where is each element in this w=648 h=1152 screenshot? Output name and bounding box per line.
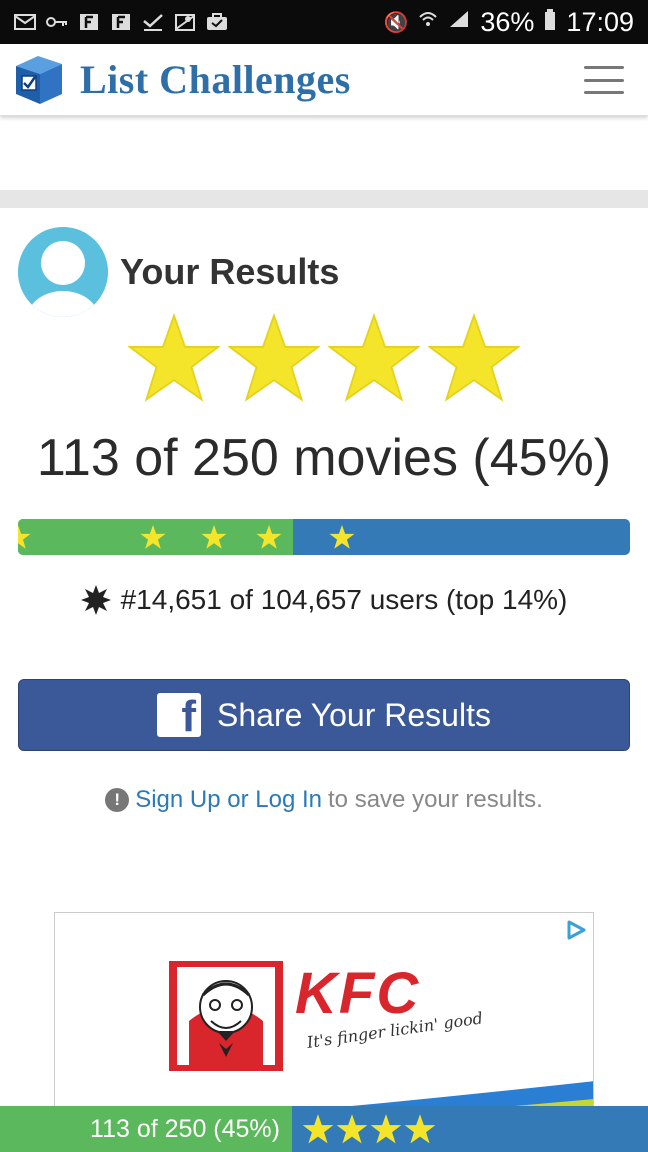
battery-icon <box>544 7 556 38</box>
share-button-label: Share Your Results <box>217 696 491 733</box>
star-icon <box>302 1114 334 1144</box>
star-icon <box>336 1114 368 1144</box>
wifi-icon <box>418 9 438 35</box>
bottom-score-text: 113 of 250 (45%) <box>0 1106 292 1152</box>
battery-text: 36% <box>480 6 535 37</box>
adchoices-icon[interactable] <box>565 919 587 941</box>
page-title: Your Results <box>120 251 340 292</box>
rating-stars <box>0 312 648 404</box>
hamburger-icon[interactable] <box>584 66 624 94</box>
star-icon <box>228 312 320 402</box>
bottom-stars <box>292 1106 648 1152</box>
avatar <box>18 227 108 317</box>
info-exclamation-icon: ! <box>105 788 130 812</box>
brand-name[interactable]: List Challenges <box>80 56 351 103</box>
rank-text: #14,651 of 104,657 users (top 14%) <box>120 584 568 615</box>
system-status: 🔇 36% 17:09 <box>383 7 634 38</box>
list-challenges-logo-icon[interactable] <box>8 52 68 108</box>
f-icon <box>110 13 132 31</box>
f-icon <box>78 13 100 31</box>
key-icon <box>46 13 68 31</box>
facebook-icon: f <box>157 693 202 739</box>
star-icon <box>370 1114 402 1144</box>
map-icon <box>174 13 196 31</box>
star-icon <box>140 525 166 549</box>
check-icon <box>142 13 164 31</box>
kfc-ad-content: KFC It's finger lickin' good <box>169 961 484 1071</box>
results-header: Your Results <box>18 227 339 317</box>
signup-login-link[interactable]: Sign Up or Log In <box>135 786 322 814</box>
share-results-button[interactable]: f Share Your Results <box>18 679 630 751</box>
star-icon <box>428 312 520 402</box>
app-header: List Challenges <box>0 44 648 116</box>
mute-icon: 🔇 <box>383 11 409 34</box>
briefcase-icon <box>206 13 228 31</box>
colonel-logo-icon <box>169 961 283 1071</box>
badge-burst-icon <box>80 585 111 615</box>
clock: 17:09 <box>566 6 634 37</box>
bottom-score-bar: 113 of 250 (45%) <box>0 1106 648 1152</box>
star-icon <box>201 525 227 549</box>
star-icon <box>128 312 220 402</box>
star-icon <box>18 525 31 549</box>
star-icon <box>256 525 282 549</box>
progress-bar <box>18 519 630 555</box>
mail-icon <box>14 13 36 31</box>
status-bar: 🔇 36% 17:09 <box>0 0 648 44</box>
score-text: 113 of 250 movies (45%) <box>36 429 612 487</box>
star-icon <box>404 1114 436 1144</box>
kfc-text-block: KFC It's finger lickin' good <box>295 961 484 1052</box>
rank-line: #14,651 of 104,657 users (top 14%) <box>0 584 648 616</box>
notification-icons <box>14 13 228 31</box>
signal-icon <box>448 9 470 35</box>
star-icon <box>328 312 420 402</box>
section-divider <box>0 190 648 208</box>
signup-suffix: to save your results. <box>328 786 543 813</box>
signup-prompt: ! Sign Up or Log In to save your results… <box>0 786 648 814</box>
star-icon <box>329 525 355 549</box>
user-icon <box>18 227 108 317</box>
